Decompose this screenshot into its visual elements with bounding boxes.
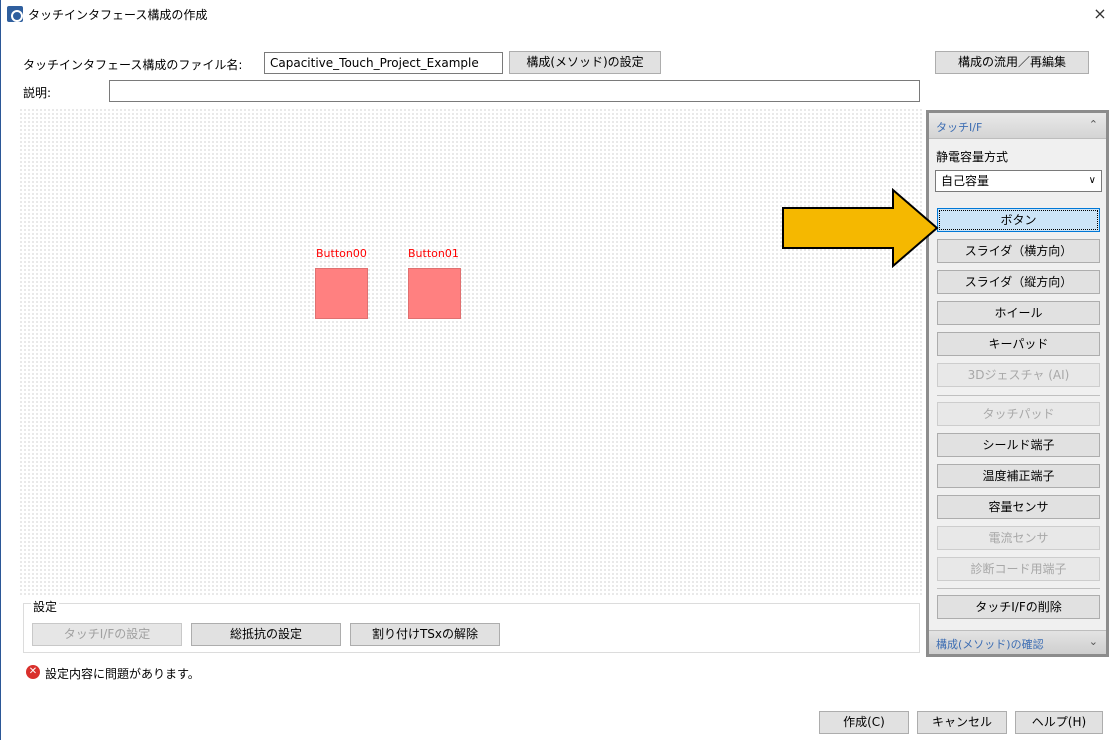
- close-icon[interactable]: ×: [1089, 3, 1110, 25]
- palette-capacitance-sensor[interactable]: 容量センサ: [937, 495, 1100, 519]
- palette-shield-pin[interactable]: シールド端子: [937, 433, 1100, 457]
- palette-button-button[interactable]: ボタン: [937, 208, 1100, 232]
- chevron-up-icon[interactable]: ⌃: [1089, 118, 1098, 131]
- description-label: 説明:: [23, 86, 52, 100]
- palette-slider-vertical[interactable]: スライダ（縦方向）: [937, 270, 1100, 294]
- cancel-button[interactable]: キャンセル: [917, 711, 1007, 734]
- touch-if-settings-button[interactable]: タッチI/Fの設定: [32, 623, 182, 646]
- touch-if-palette: タッチI/F ⌃ 静電容量方式 自己容量 ∨ ボタン スライダ（横方向） スライ…: [926, 110, 1109, 657]
- palette-footer-label: 構成(メソッド)の確認: [936, 638, 1044, 651]
- unassign-tsx-button[interactable]: 割り付けTSxの解除: [350, 623, 500, 646]
- palette-separator: [937, 395, 1100, 396]
- palette-keypad[interactable]: キーパッド: [937, 332, 1100, 356]
- reuse-edit-button[interactable]: 構成の流用／再編集: [935, 51, 1089, 74]
- highlight-arrow-icon: [782, 188, 939, 268]
- palette-current-sensor[interactable]: 電流センサ: [937, 526, 1100, 550]
- title-bar: タッチインタフェース構成の作成 ×: [1, 0, 1110, 28]
- button00-element[interactable]: [315, 268, 368, 319]
- error-icon: ✕: [26, 665, 40, 679]
- total-resistance-button[interactable]: 総抵抗の設定: [191, 623, 341, 646]
- chevron-double-down-icon[interactable]: ⌄: [1089, 635, 1098, 648]
- method-type-label: 静電容量方式: [936, 150, 1009, 164]
- capacitance-method-select[interactable]: 自己容量 ∨: [935, 170, 1102, 192]
- help-button[interactable]: ヘルプ(H): [1015, 711, 1103, 734]
- button01-element[interactable]: [408, 268, 461, 319]
- palette-temp-correction-pin[interactable]: 温度補正端子: [937, 464, 1100, 488]
- description-input[interactable]: [109, 80, 920, 102]
- palette-wheel[interactable]: ホイール: [937, 301, 1100, 325]
- button00-label: Button00: [316, 247, 367, 260]
- filename-label: タッチインタフェース構成のファイル名:: [23, 58, 243, 72]
- settings-legend: 設定: [31, 598, 60, 615]
- palette-separator: [937, 588, 1100, 589]
- palette-diagnostic-pin[interactable]: 診断コード用端子: [937, 557, 1100, 581]
- error-message: 設定内容に問題があります。: [45, 667, 200, 681]
- create-button[interactable]: 作成(C): [819, 711, 909, 734]
- palette-delete-touch-if[interactable]: タッチI/Fの削除: [937, 595, 1100, 619]
- palette-touchpad[interactable]: タッチパッド: [937, 402, 1100, 426]
- capacitance-method-value: 自己容量: [941, 174, 990, 188]
- method-settings-button[interactable]: 構成(メソッド)の設定: [509, 51, 661, 74]
- palette-header-label: タッチI/F: [936, 121, 983, 134]
- app-icon: [7, 6, 23, 22]
- button01-label: Button01: [408, 247, 459, 260]
- chevron-down-icon: ∨: [1088, 175, 1096, 186]
- palette-header[interactable]: タッチI/F ⌃: [929, 113, 1106, 139]
- layout-canvas[interactable]: Button00 Button01: [19, 108, 922, 596]
- filename-input[interactable]: Capacitive_Touch_Project_Example: [264, 52, 503, 74]
- dialog-window: タッチインタフェース構成の作成 × タッチインタフェース構成のファイル名: Ca…: [0, 0, 1110, 740]
- window-title: タッチインタフェース構成の作成: [28, 8, 208, 22]
- palette-slider-horizontal[interactable]: スライダ（横方向）: [937, 239, 1100, 263]
- palette-footer[interactable]: 構成(メソッド)の確認 ⌄: [929, 630, 1106, 654]
- palette-3d-gesture[interactable]: 3Dジェスチャ (AI): [937, 363, 1100, 387]
